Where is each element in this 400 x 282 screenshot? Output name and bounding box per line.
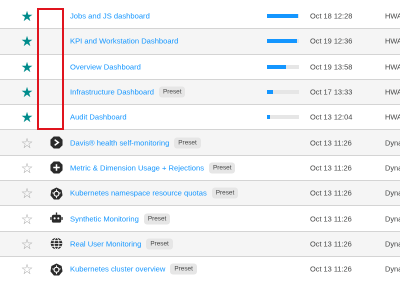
last-modified-date: Oct 13 12:04 xyxy=(310,112,353,122)
dashboard-name-cell: Synthetic Monitoring Preset xyxy=(70,213,171,225)
usage-bar-fill xyxy=(267,39,298,44)
unfavorite-star-icon[interactable]: ☆ xyxy=(20,186,34,200)
table-row[interactable]: ☆ Real User Monitoring Preset Oct 13 11:26 D… xyxy=(0,230,400,256)
unfavorite-star-icon[interactable]: ☆ xyxy=(20,262,34,276)
globe-icon xyxy=(49,237,63,251)
last-modified-date: Oct 13 11:26 xyxy=(310,163,352,173)
unfavorite-star-icon[interactable]: ☆ xyxy=(20,237,34,251)
last-modified-date: Oct 13 11:26 xyxy=(310,138,352,148)
table-row[interactable]: ★ Audit Dashboard Oct 13 12:04 HWA xyxy=(0,104,400,129)
unfavorite-star-icon[interactable]: ☆ xyxy=(20,212,34,226)
favorite-star-icon[interactable]: ★ xyxy=(20,60,34,74)
owner-cell: HWA xyxy=(385,112,400,122)
table-row[interactable]: ☆ Kubernetes namespace resource quotas Pre… xyxy=(0,180,400,206)
favorite-star-icon[interactable]: ★ xyxy=(20,110,34,124)
usage-bar-fill xyxy=(267,64,287,69)
last-modified-date: Oct 19 12:36 xyxy=(310,36,353,46)
dashboard-name-cell: KPI and Workstation Dashboard xyxy=(70,37,178,46)
table-row[interactable]: ★ Jobs and JS dashboard Oct 18 12:28 HWA xyxy=(0,3,400,28)
last-modified-date: Oct 19 13:58 xyxy=(310,62,353,72)
usage-bar-fill xyxy=(267,115,271,120)
table-row[interactable]: ☆ Metric & Dimension Usage + Rejections Pr… xyxy=(0,154,400,180)
favorite-star-icon[interactable]: ★ xyxy=(20,9,34,23)
favorite-star-icon[interactable]: ★ xyxy=(20,34,34,48)
owner-cell: Dyna xyxy=(385,214,400,224)
usage-bar xyxy=(267,115,299,120)
usage-bar-fill xyxy=(267,13,299,18)
preset-badge: Preset xyxy=(143,213,171,225)
last-modified-date: Oct 13 11:26 xyxy=(310,188,352,198)
dashboard-name-link[interactable]: Jobs and JS dashboard xyxy=(70,11,150,20)
dashboard-name-link[interactable]: Real User Monitoring xyxy=(70,239,141,248)
metrics-icon xyxy=(49,161,63,175)
dashboard-name-link[interactable]: Kubernetes cluster overview xyxy=(70,265,165,274)
dashboard-name-cell: Overview Dashboard xyxy=(70,62,141,71)
kubernetes-icon xyxy=(49,186,63,200)
dashboard-name-link[interactable]: Davis® health self-monitoring xyxy=(70,138,169,147)
table-row[interactable]: ☆ Synthetic Monitoring Preset Oct 13 11:26 D… xyxy=(0,205,400,230)
dashboard-name-cell: Davis® health self-monitoring Preset xyxy=(70,137,201,149)
dashboard-name-link[interactable]: Infrastructure Dashboard xyxy=(70,88,154,97)
last-modified-date: Oct 18 12:28 xyxy=(310,11,353,21)
dashboard-name-link[interactable]: Metric & Dimension Usage + Rejections xyxy=(70,163,204,172)
dashboard-name-cell: Infrastructure Dashboard Preset xyxy=(70,86,186,98)
usage-bar xyxy=(267,13,299,18)
table-row[interactable]: ☆ Kubernetes cluster overview Preset Oct 13… xyxy=(0,255,400,281)
usage-bar-fill xyxy=(267,90,274,95)
preset-badge: Preset xyxy=(146,238,173,250)
favorite-star-icon[interactable]: ★ xyxy=(20,85,34,99)
usage-bar xyxy=(267,64,299,69)
dashboard-name-link[interactable]: KPI and Workstation Dashboard xyxy=(70,37,178,46)
dashboard-name-link[interactable]: Overview Dashboard xyxy=(70,62,141,71)
table-row[interactable]: ★ Infrastructure Dashboard Preset Oct 17 13… xyxy=(0,78,400,105)
dashboard-name-cell: Real User Monitoring Preset xyxy=(70,238,173,250)
unfavorite-star-icon[interactable]: ☆ xyxy=(20,136,34,150)
owner-cell: Dyna xyxy=(385,138,400,148)
dashboard-name-cell: Metric & Dimension Usage + Rejections Pre… xyxy=(70,162,236,174)
dashboard-name-cell: Kubernetes namespace resource quotas Pres… xyxy=(70,187,239,199)
table-row[interactable]: ★ Overview Dashboard Oct 19 13:58 HWA xyxy=(0,53,400,79)
preset-badge: Preset xyxy=(159,86,186,98)
dashboard-name-link[interactable]: Kubernetes namespace resource quotas xyxy=(70,189,207,198)
preset-badge: Preset xyxy=(174,137,201,149)
owner-cell: HWA xyxy=(385,36,400,46)
usage-bar xyxy=(267,39,299,44)
dashboard-name-link[interactable]: Audit Dashboard xyxy=(70,113,127,122)
dashboard-name-cell: Audit Dashboard xyxy=(70,113,127,122)
preset-badge: Preset xyxy=(211,187,239,199)
davis-icon xyxy=(49,136,63,150)
owner-cell: HWA xyxy=(385,62,400,72)
owner-cell: Dyna xyxy=(385,264,400,274)
last-modified-date: Oct 13 11:26 xyxy=(310,264,352,274)
owner-cell: Dyna xyxy=(385,163,400,173)
owner-cell: Dyna xyxy=(385,188,400,198)
dashboard-name-link[interactable]: Synthetic Monitoring xyxy=(70,214,139,223)
dashboard-list: ★ Jobs and JS dashboard Oct 18 12:28 HWA ★ KP… xyxy=(0,3,400,281)
table-row[interactable]: ★ KPI and Workstation Dashboard Oct 19 12:… xyxy=(0,28,400,54)
last-modified-date: Oct 13 11:26 xyxy=(310,239,352,249)
dashboard-name-cell: Jobs and JS dashboard xyxy=(70,11,150,20)
owner-cell: Dyna xyxy=(385,239,400,249)
last-modified-date: Oct 13 11:26 xyxy=(310,214,352,224)
preset-badge: Preset xyxy=(209,162,236,174)
preset-badge: Preset xyxy=(170,263,197,275)
robot-icon xyxy=(49,212,63,226)
unfavorite-star-icon[interactable]: ☆ xyxy=(20,161,34,175)
owner-cell: HWA xyxy=(385,87,400,97)
dashboard-name-cell: Kubernetes cluster overview Preset xyxy=(70,263,197,275)
usage-bar xyxy=(267,90,299,95)
last-modified-date: Oct 17 13:33 xyxy=(310,87,353,97)
owner-cell: HWA xyxy=(385,11,400,21)
kubernetes-icon xyxy=(49,262,63,276)
table-row[interactable]: ☆ Davis® health self-monitoring Preset Oct … xyxy=(0,129,400,155)
